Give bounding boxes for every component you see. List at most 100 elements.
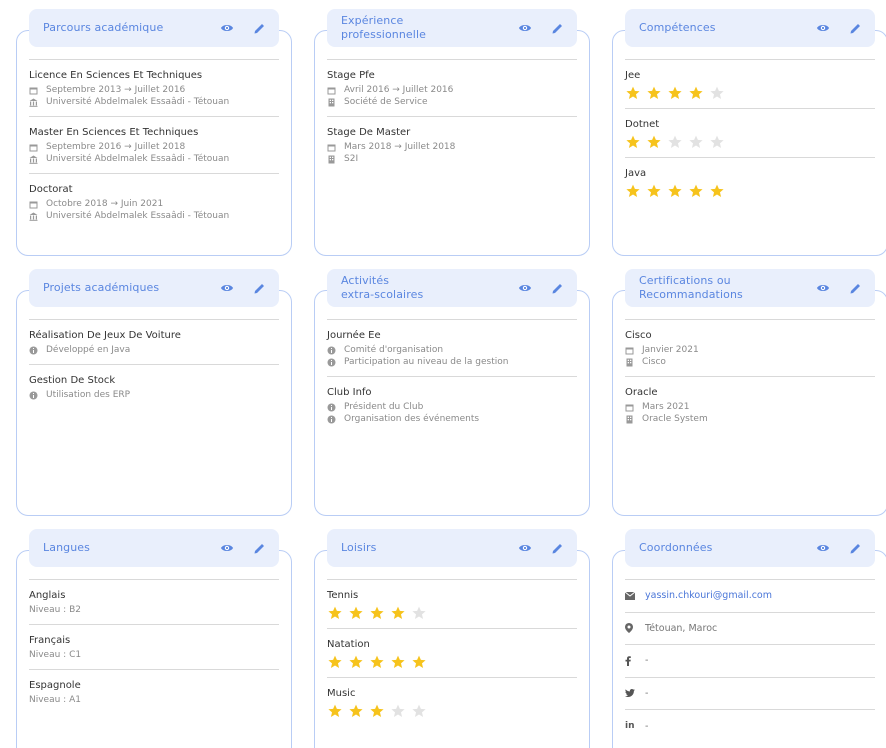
pencil-icon[interactable] [847, 20, 863, 36]
twitter-value: - [645, 687, 649, 699]
star-rating [327, 655, 577, 669]
card-certifications: Certifications ou Recommandations Cisco … [612, 269, 886, 516]
card-header: Activités extra-scolaires [327, 269, 577, 307]
card-competences: Compétences Jee Dotnet Java [612, 9, 886, 256]
entry-detail: Comité d'organisation [344, 345, 444, 355]
pencil-icon[interactable] [549, 20, 565, 36]
list-item: Journée Ee Comité d'organisation Partici… [327, 320, 577, 377]
skill-name: Dotnet [625, 119, 660, 130]
entry-dates: Mars 2018 → Juillet 2018 [344, 142, 456, 152]
entry-place: Université Abdelmalek Essaâdi - Tétouan [46, 154, 230, 164]
eye-icon[interactable] [815, 540, 831, 556]
contact-email-row: yassin.chkouri@gmail.com [625, 580, 875, 613]
eye-icon[interactable] [517, 20, 533, 36]
info-icon [29, 346, 41, 355]
entry-dates: Septembre 2013 → Juillet 2016 [46, 85, 186, 95]
card-title: Loisirs [341, 541, 377, 554]
hobby-name: Tennis [327, 590, 359, 601]
info-icon [327, 346, 339, 355]
list-item: Anglais Niveau : B2 [29, 580, 279, 625]
eye-icon[interactable] [219, 20, 235, 36]
card-header: Compétences [625, 9, 875, 47]
list-item: Doctorat Octobre 2018 → Juin 2021 Univer… [29, 174, 279, 230]
hobby-item: Natation [327, 629, 577, 678]
entry-dates: Septembre 2016 → Juillet 2018 [46, 142, 186, 152]
building-icon [327, 155, 339, 164]
star-icon [689, 135, 703, 148]
card-body: Stage Pfe Avril 2016 → Juillet 2016 Soci… [327, 59, 577, 173]
pencil-icon[interactable] [251, 20, 267, 36]
calendar-icon [327, 86, 339, 95]
star-icon [412, 606, 426, 619]
building-icon [327, 98, 339, 107]
card-title: Expérience professionnelle [341, 14, 426, 41]
pencil-icon[interactable] [549, 280, 565, 296]
eye-icon[interactable] [815, 20, 831, 36]
card-header: Certifications ou Recommandations [625, 269, 875, 307]
entry-org: Cisco [642, 357, 666, 367]
eye-icon[interactable] [219, 280, 235, 296]
pencil-icon[interactable] [251, 280, 267, 296]
entry-title: Doctorat [29, 184, 73, 195]
contact-facebook-row: - [625, 645, 875, 678]
eye-icon[interactable] [815, 280, 831, 296]
envelope-icon [625, 591, 639, 600]
star-icon [710, 184, 724, 197]
eye-icon[interactable] [517, 540, 533, 556]
star-icon [626, 135, 640, 148]
pencil-icon[interactable] [847, 280, 863, 296]
card-body: Tennis Natation Music [327, 579, 577, 726]
pencil-icon[interactable] [847, 540, 863, 556]
info-icon [327, 403, 339, 412]
star-icon [668, 135, 682, 148]
star-icon [349, 606, 363, 619]
pencil-icon[interactable] [251, 540, 267, 556]
list-item: Stage Pfe Avril 2016 → Juillet 2016 Soci… [327, 60, 577, 117]
list-item: Stage De Master Mars 2018 → Juillet 2018… [327, 117, 577, 173]
list-item: Gestion De Stock Utilisation des ERP [29, 365, 279, 409]
entry-title: Licence En Sciences Et Techniques [29, 70, 203, 81]
star-icon [710, 135, 724, 148]
eye-icon[interactable] [219, 540, 235, 556]
card-header: Parcours académique [29, 9, 279, 47]
entry-place: Université Abdelmalek Essaâdi - Tétouan [46, 211, 230, 221]
card-body: yassin.chkouri@gmail.com Tétouan, Maroc … [625, 579, 875, 743]
list-item: Licence En Sciences Et Techniques Septem… [29, 60, 279, 117]
list-item: Espagnole Niveau : A1 [29, 670, 279, 714]
star-icon [668, 86, 682, 99]
card-body: Journée Ee Comité d'organisation Partici… [327, 319, 577, 433]
pencil-icon[interactable] [549, 540, 565, 556]
star-icon [391, 655, 405, 668]
star-icon [689, 184, 703, 197]
entry-company: Société de Service [344, 97, 428, 107]
entry-place: Université Abdelmalek Essaâdi - Tétouan [46, 97, 230, 107]
entry-org: Oracle System [642, 414, 708, 424]
card-title: Parcours académique [43, 21, 164, 34]
star-icon [626, 86, 640, 99]
star-rating [327, 704, 577, 718]
eye-icon[interactable] [517, 280, 533, 296]
entry-title: Cisco [625, 330, 652, 341]
star-icon [328, 704, 342, 717]
building-icon [625, 358, 637, 367]
entry-title: Oracle [625, 387, 658, 398]
star-rating [625, 135, 875, 149]
list-item: Réalisation De Jeux De Voiture Développé… [29, 320, 279, 365]
star-icon [412, 655, 426, 668]
entry-detail: Président du Club [344, 402, 424, 412]
facebook-icon [625, 655, 639, 666]
university-icon [29, 155, 41, 164]
entry-dates: Octobre 2018 → Juin 2021 [46, 199, 164, 209]
card-activites-extra-scolaires: Activités extra-scolaires Journée Ee Com… [314, 269, 590, 516]
star-icon [689, 86, 703, 99]
language-level: Niveau : B2 [29, 605, 81, 615]
entry-detail: Développé en Java [46, 345, 131, 355]
calendar-icon [625, 346, 637, 355]
email-link[interactable]: yassin.chkouri@gmail.com [645, 590, 772, 601]
card-parcours-academique: Parcours académique Licence En Sciences … [16, 9, 292, 256]
star-icon [647, 135, 661, 148]
star-icon [412, 704, 426, 717]
star-rating [625, 86, 875, 100]
calendar-icon [29, 86, 41, 95]
entry-title: Stage Pfe [327, 70, 375, 81]
